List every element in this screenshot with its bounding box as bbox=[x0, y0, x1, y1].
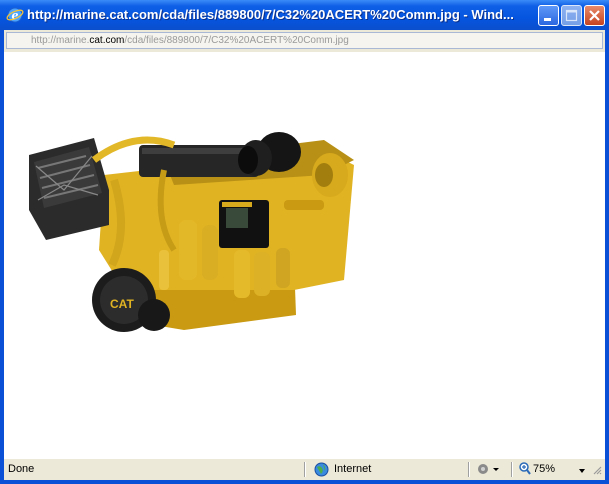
zoom-level: 75% bbox=[533, 463, 556, 475]
status-divider bbox=[511, 462, 512, 477]
zoom-icon bbox=[519, 462, 531, 475]
globe-icon bbox=[314, 462, 329, 477]
url-domain: cat.com bbox=[89, 35, 125, 46]
address-field[interactable]: http://marine.cat.com/cda/files/889800/7… bbox=[6, 32, 603, 49]
status-bar: Done Internet 75% bbox=[4, 458, 605, 480]
cat-badge: CAT bbox=[110, 297, 134, 311]
address-url[interactable]: http://marine.cat.com/cda/files/889800/7… bbox=[31, 35, 349, 46]
minimize-icon bbox=[544, 18, 551, 21]
url-path: /cda/files/889800/7/C32%20ACERT%20Comm.j… bbox=[124, 35, 349, 46]
window-title: http://marine.cat.com/cda/files/889800/7… bbox=[27, 7, 514, 22]
ie-icon[interactable]: e bbox=[6, 6, 24, 24]
minimize-button[interactable] bbox=[538, 5, 559, 26]
status-divider bbox=[468, 462, 469, 477]
protected-mode-icon bbox=[478, 464, 499, 474]
maximize-button[interactable] bbox=[561, 5, 582, 26]
title-bar[interactable]: e http://marine.cat.com/cda/files/889800… bbox=[0, 0, 609, 30]
status-divider bbox=[304, 462, 305, 477]
close-button[interactable] bbox=[584, 5, 605, 26]
url-prefix: http://marine. bbox=[31, 35, 90, 46]
zoom-control[interactable]: 75% bbox=[519, 461, 589, 479]
close-icon bbox=[589, 10, 600, 21]
address-bar: http://marine.cat.com/cda/files/889800/7… bbox=[4, 30, 605, 52]
zone-label: Internet bbox=[334, 463, 372, 475]
browser-window: e http://marine.cat.com/cda/files/889800… bbox=[0, 0, 609, 484]
page-content: CAT bbox=[4, 52, 605, 458]
status-text: Done bbox=[8, 463, 35, 475]
resize-grip-icon[interactable] bbox=[592, 465, 602, 475]
maximize-icon bbox=[565, 9, 578, 22]
chevron-down-icon bbox=[579, 469, 585, 473]
protected-mode-button[interactable] bbox=[476, 461, 504, 480]
engine-image: CAT bbox=[29, 132, 354, 332]
